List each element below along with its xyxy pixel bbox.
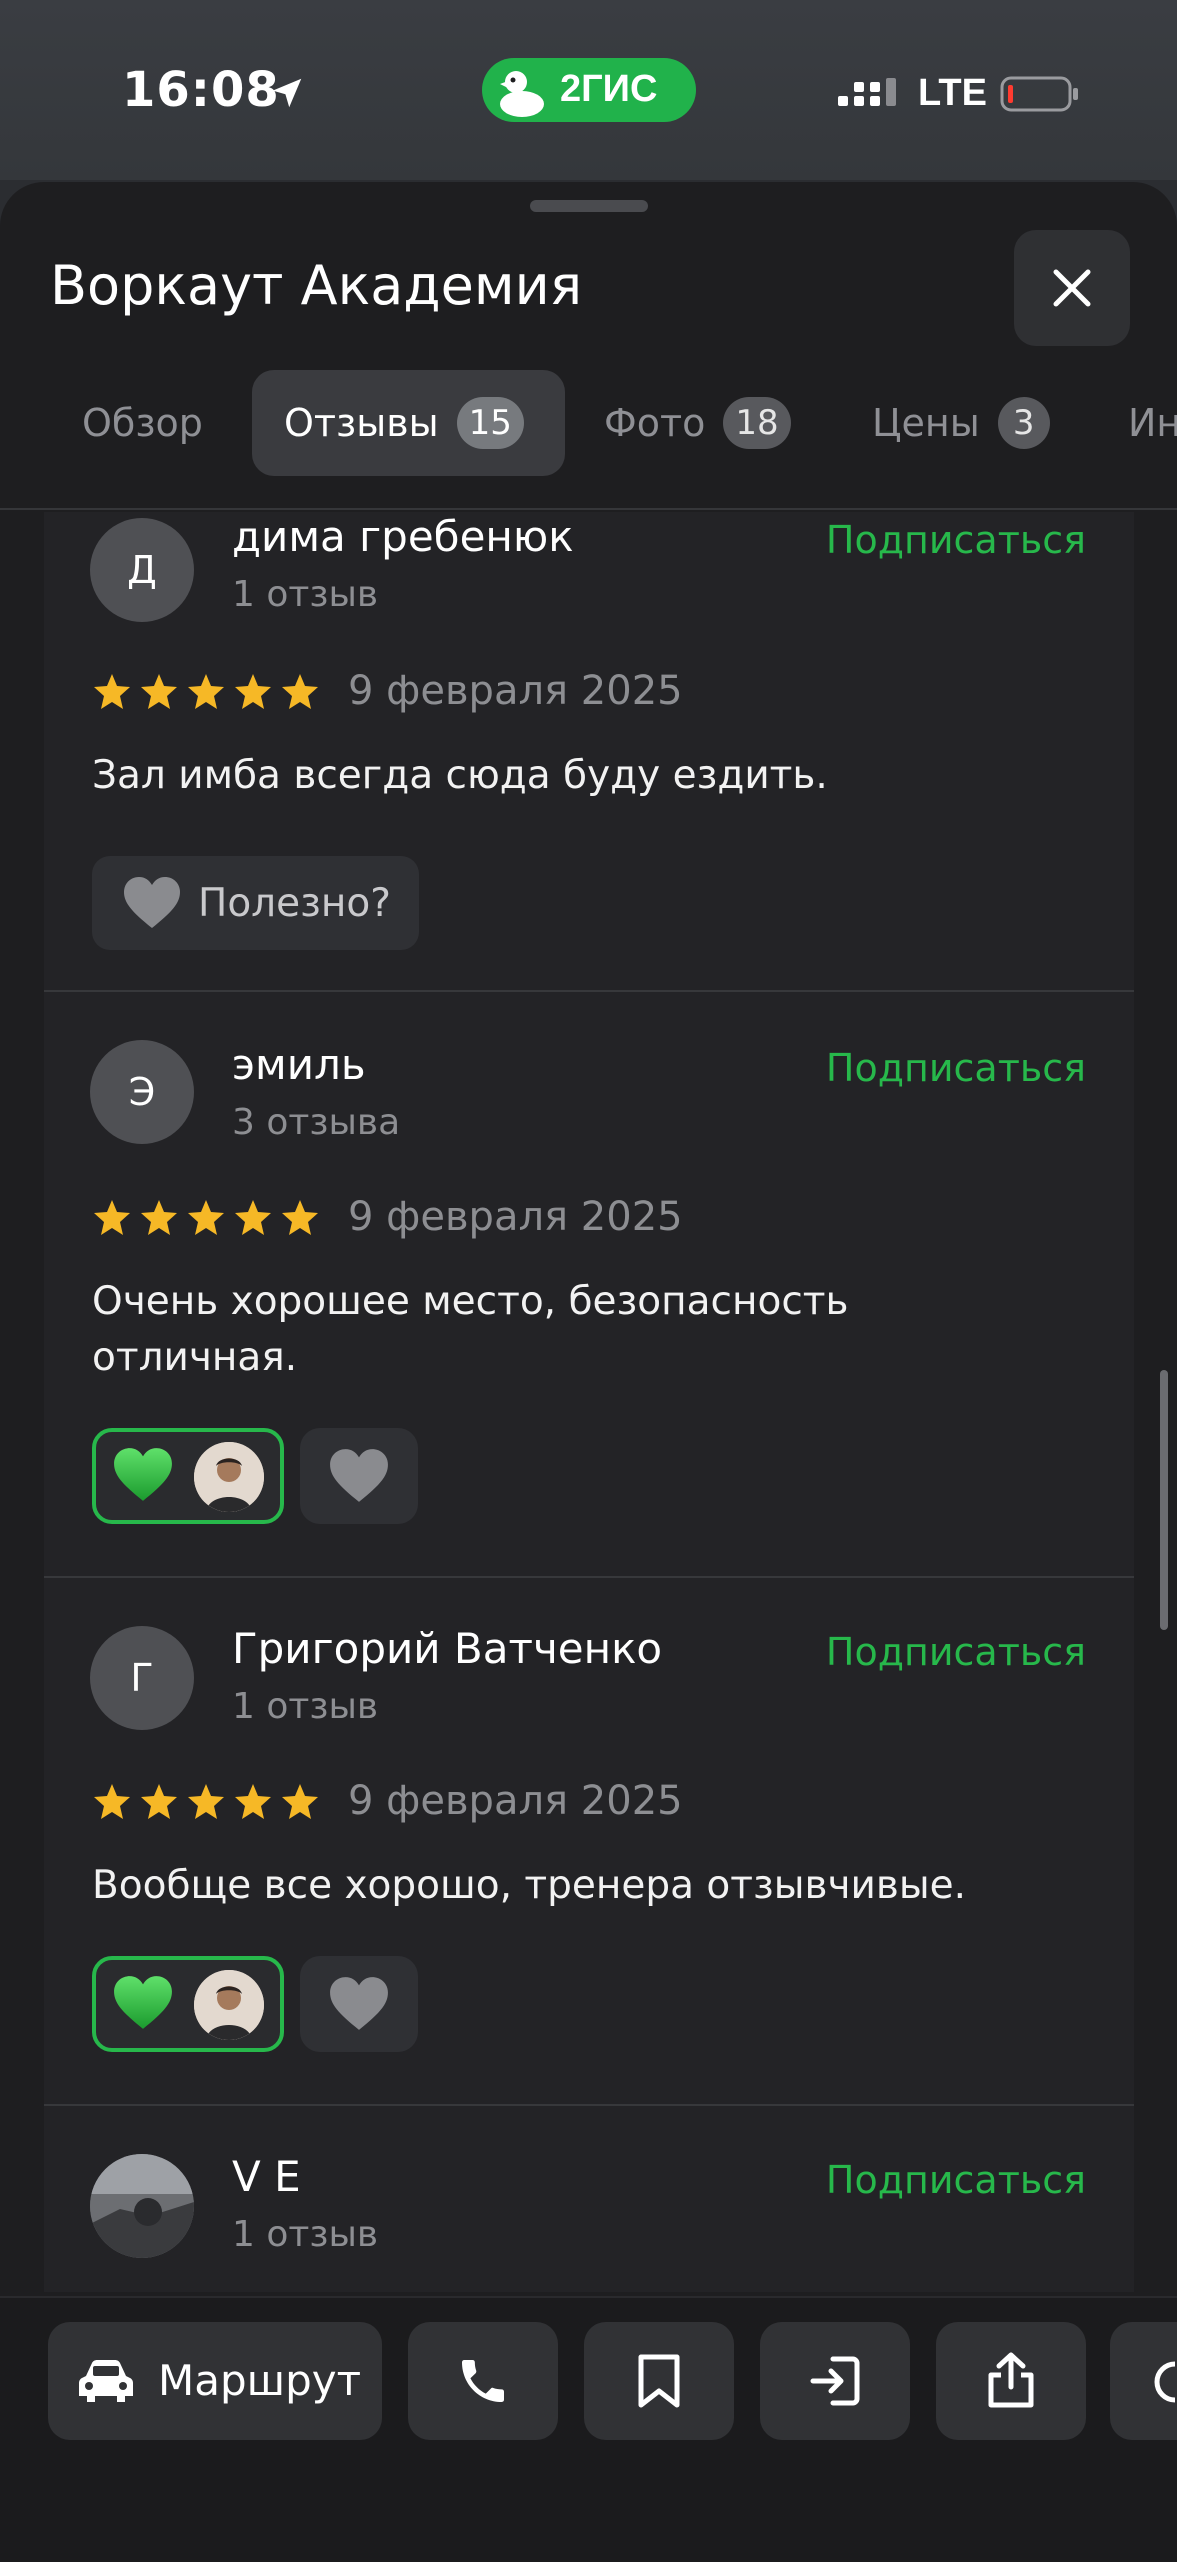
green-heart-icon <box>114 1976 172 2029</box>
status-bar: 16:08 2ГИС LTE <box>0 0 1177 180</box>
reviewer-review-count: 1 отзыв <box>232 574 379 615</box>
liked-reaction-button[interactable] <box>92 1956 284 2052</box>
tab-count-badge: 15 <box>456 397 524 449</box>
phone-icon <box>462 2360 504 2402</box>
tabs-divider <box>0 508 1177 510</box>
tab-count-badge: 18 <box>723 397 791 449</box>
tab-photos[interactable]: Фото 18 <box>604 370 791 476</box>
more-action-button[interactable] <box>1110 2322 1177 2440</box>
enter-button[interactable] <box>760 2322 910 2440</box>
review-text: Вообще все хорошо, тренера отзывчивые. <box>92 1863 967 1908</box>
tab-label: Фото <box>604 401 706 445</box>
bookmark-icon <box>638 2354 680 2408</box>
route-button[interactable]: Маршрут <box>48 2322 382 2440</box>
signal-icon <box>838 78 896 106</box>
review-item: Э эмиль 3 отзыва Подписаться 9 февраля 2… <box>44 992 1134 1578</box>
rating-stars <box>94 1200 318 1235</box>
avatar[interactable]: Д <box>90 518 194 622</box>
review-text-line: отличная. <box>92 1335 298 1380</box>
useful-label: Полезно? <box>198 880 391 926</box>
useful-button[interactable]: Полезно? <box>92 856 419 950</box>
review-item: Д дима гребенюк 1 отзыв Подписаться 9 фе… <box>44 512 1134 992</box>
reviewer-review-count: 1 отзыв <box>232 2214 379 2255</box>
action-bar: Маршрут <box>0 2296 1177 2562</box>
reviewer-name[interactable]: дима гребенюк <box>232 512 574 561</box>
tab-label: Ин <box>1128 401 1177 445</box>
reviewer-name[interactable]: Григорий Ватченко <box>232 1624 662 1673</box>
place-title: Воркаут Академия <box>50 254 583 317</box>
review-item: V E 1 отзыв Подписаться <box>44 2106 1134 2292</box>
reviewer-name[interactable]: эмиль <box>232 1040 366 1089</box>
bookmark-button[interactable] <box>584 2322 734 2440</box>
close-button[interactable] <box>1014 230 1130 346</box>
location-arrow-icon <box>272 78 302 108</box>
app-badge-label: 2ГИС <box>560 68 658 110</box>
reviewer-review-count: 1 отзыв <box>232 1686 379 1727</box>
share-icon <box>988 2352 1034 2408</box>
liked-reaction-button[interactable] <box>92 1428 284 1524</box>
liker-avatar <box>194 1970 264 2040</box>
reviewer-name[interactable]: V E <box>232 2152 301 2201</box>
network-type: LTE <box>918 72 987 114</box>
tab-count-badge: 3 <box>997 397 1050 449</box>
subscribe-button[interactable]: Подписаться <box>826 2158 1086 2202</box>
review-date: 9 февраля 2025 <box>348 1194 683 1240</box>
like-button[interactable] <box>300 1428 418 1524</box>
tab-bar: Обзор Отзывы 15 Фото 18 Цены 3 Ин <box>0 370 1177 500</box>
avatar[interactable]: Э <box>90 1040 194 1144</box>
green-heart-icon <box>114 1448 172 1501</box>
tab-label: Отзывы <box>284 401 439 445</box>
avatar[interactable]: Г <box>90 1626 194 1730</box>
scrollbar[interactable] <box>1160 1370 1168 1630</box>
duck-logo-icon <box>500 71 544 117</box>
car-icon <box>79 2360 133 2402</box>
battery-icon <box>1000 76 1078 112</box>
review-text: Зал имба всегда сюда буду ездить. <box>92 753 828 798</box>
rating-stars <box>94 674 318 709</box>
close-icon <box>1053 269 1091 307</box>
subscribe-button[interactable]: Подписаться <box>826 518 1086 562</box>
tab-reviews[interactable]: Отзывы 15 <box>252 370 565 476</box>
review-text: Очень хорошее место, безопасность отличн… <box>92 1274 1092 1386</box>
route-label: Маршрут <box>158 2356 362 2405</box>
status-time: 16:08 <box>122 62 280 118</box>
avatar-photo[interactable] <box>90 2154 194 2258</box>
heart-icon <box>330 1449 388 1502</box>
like-button[interactable] <box>300 1956 418 2052</box>
app-badge[interactable]: 2ГИС <box>482 58 696 122</box>
tab-overview[interactable]: Обзор <box>50 370 235 476</box>
review-date: 9 февраля 2025 <box>348 668 683 714</box>
sheet-grabber[interactable] <box>530 200 648 212</box>
reviews-list[interactable]: Д дима гребенюк 1 отзыв Подписаться 9 фе… <box>44 512 1134 2292</box>
enter-icon <box>810 2356 860 2406</box>
rating-stars <box>94 1784 318 1819</box>
tab-label: Обзор <box>82 401 203 445</box>
review-date: 9 февраля 2025 <box>348 1778 683 1824</box>
tab-info[interactable]: Ин <box>1128 370 1177 476</box>
liker-avatar <box>194 1442 264 1512</box>
heart-icon <box>330 1977 388 2030</box>
tab-label: Цены <box>872 401 980 445</box>
review-text-line: Очень хорошее место, безопасность <box>92 1279 849 1324</box>
heart-icon <box>124 877 180 928</box>
place-sheet: Воркаут Академия Обзор Отзывы 15 Фото 18… <box>0 182 1177 2560</box>
reviewer-review-count: 3 отзыва <box>232 1102 401 1143</box>
call-button[interactable] <box>408 2322 558 2440</box>
share-button[interactable] <box>936 2322 1086 2440</box>
review-item: Г Григорий Ватченко 1 отзыв Подписаться … <box>44 1578 1134 2106</box>
tab-prices[interactable]: Цены 3 <box>872 370 1050 476</box>
subscribe-button[interactable]: Подписаться <box>826 1630 1086 1674</box>
partial-icon <box>1154 2361 1176 2403</box>
subscribe-button[interactable]: Подписаться <box>826 1046 1086 1090</box>
